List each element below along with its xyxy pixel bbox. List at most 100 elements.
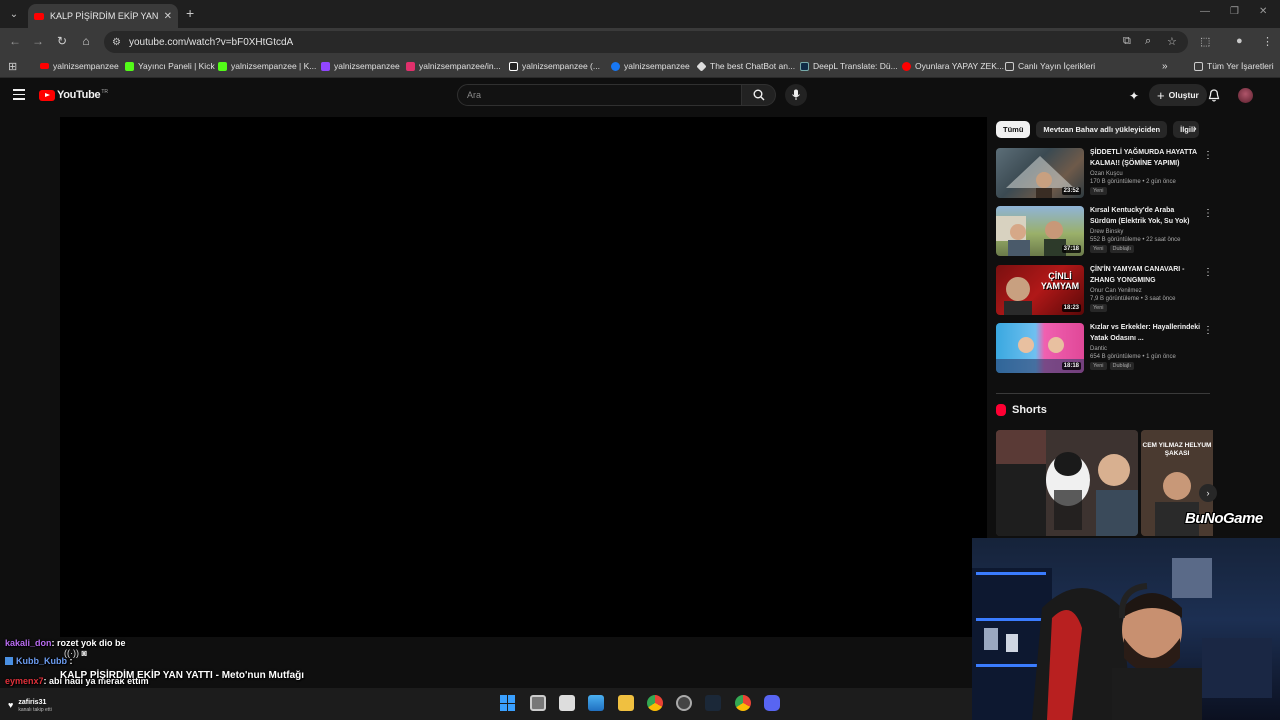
bookmark-item[interactable]: The best ChatBot an... [696,60,795,72]
maximize-icon[interactable]: ❐ [1230,6,1239,17]
chrome-profile-icon[interactable] [735,695,751,711]
account-avatar[interactable] [1238,88,1253,103]
chat-username: kakali_don [5,638,52,648]
channel-name[interactable]: Ozan Kuşcu [1090,171,1202,177]
snipping-tool-icon[interactable] [559,695,575,711]
video-thumbnail[interactable]: 37:18 [996,206,1084,256]
more-options-icon[interactable]: ⋮ [1203,150,1213,161]
channel-name[interactable]: Drew Binsky [1090,229,1202,235]
search-icon [753,89,764,101]
chip-all[interactable]: Tümü [996,121,1031,138]
bookmark-item[interactable]: Oyunlara YAPAY ZEK... [902,61,1004,71]
video-player[interactable] [60,117,987,637]
recommended-video[interactable]: ÇİNLİ YAMYAM 18:23 ÇİN'İN YAMYAM CANAVAR… [996,265,1216,317]
chat-username: eymenx7 [5,676,44,686]
channel-name[interactable]: Onur Can Yenilmez [1090,288,1202,294]
bookmark-item[interactable]: yalnizsempanzee | K... [218,61,316,71]
back-icon[interactable]: ← [7,34,23,48]
photos-app-icon[interactable] [588,695,604,711]
video-thumbnail[interactable]: 18:18 [996,323,1084,373]
task-view-icon[interactable] [530,695,546,711]
deepl-icon [800,61,809,71]
bookmark-item[interactable]: yalnizsempanzee [321,61,400,71]
bookmark-item[interactable]: yalnizsempanzee/in... [406,61,501,71]
more-bookmarks-icon[interactable]: » [1162,61,1168,72]
bookmark-item[interactable]: DeepL Translate: Dü... [800,61,898,71]
video-title[interactable]: ŞİDDETLİ YAĞMURDA HAYATTA KALMA!! (ŞÖMİN… [1090,148,1202,169]
recommended-video[interactable]: 18:18 Kızlar vs Erkekler: Hayallerindeki… [996,323,1216,375]
chat-text: : rozet yok dio be [51,638,126,648]
new-badge: Yeni [1090,362,1107,370]
browser-menu-icon[interactable]: ⋮ [1262,35,1273,48]
bookmark-item[interactable]: yalnizsempanzee [611,61,690,71]
discord-icon[interactable] [764,695,780,711]
video-meta: 170 B görüntüleme • 2 gün önce [1090,179,1176,185]
file-explorer-icon[interactable] [618,695,634,711]
all-bookmarks-folder[interactable]: Tüm Yer İşaretleri [1194,61,1274,71]
plus-icon: + [1157,87,1165,103]
site-info-icon[interactable]: ⚙ [112,37,121,48]
video-title[interactable]: ÇİN'İN YAMYAM CANAVARI - ZHANG YONGMING [1090,265,1202,286]
video-meta: 654 B görüntüleme • 1 gün önce [1090,354,1176,360]
zoom-icon[interactable]: ⌕ [1145,35,1151,48]
extensions-icon[interactable]: ⬚ [1200,35,1210,48]
taskbar [0,688,972,720]
heart-icon: ♥ [8,700,14,710]
video-title[interactable]: Kızlar vs Erkekler: Hayallerindeki Yatak… [1090,323,1202,344]
close-window-icon[interactable]: ✕ [1259,6,1267,17]
youtube-favicon-icon [34,12,44,20]
bookmark-item[interactable]: yalnizsempanzee [40,61,119,71]
recommended-video[interactable]: 23:52 ŞİDDETLİ YAĞMURDA HAYATTA KALMA!! … [996,148,1216,200]
close-tab-icon[interactable]: ✕ [164,11,172,22]
folder-icon [1005,61,1014,71]
more-options-icon[interactable]: ⋮ [1203,267,1213,278]
short-caption: CEM YILMAZ HELYUM ŞAKASI [1142,442,1212,457]
create-button[interactable]: + Oluştur [1149,84,1207,106]
video-thumbnail[interactable]: ÇİNLİ YAMYAM 18:23 [996,265,1084,315]
home-icon[interactable]: ⌂ [78,34,94,48]
subscriber-badge-icon [5,657,13,665]
more-options-icon[interactable]: ⋮ [1203,208,1213,219]
video-title[interactable]: Kırsal Kentucky'de Araba Sürdüm (Elektri… [1090,206,1202,227]
youtube-logo-icon [39,89,55,101]
minimize-icon[interactable]: — [1200,6,1210,17]
tab-search-icon[interactable]: ⌄ [4,4,24,24]
install-app-icon[interactable]: ⧉ [1123,35,1131,48]
video-thumbnail[interactable]: 23:52 [996,148,1084,198]
video-meta: 7,9 B görüntüleme • 3 saat önce [1090,296,1176,302]
bookmark-star-icon[interactable]: ☆ [1167,35,1177,48]
steam-icon[interactable] [705,695,721,711]
forward-icon[interactable]: → [30,34,46,48]
video-duration: 23:52 [1061,187,1081,195]
windows-start-icon[interactable] [500,695,516,711]
bookmark-item[interactable]: yalnizsempanzee (... [509,61,600,71]
search-button[interactable] [742,84,776,106]
microphone-icon [792,89,800,100]
ai-spark-icon[interactable]: ✦ [1129,89,1139,103]
bookmark-item[interactable]: Yayıncı Paneli | Kick [125,61,215,71]
profile-icon[interactable]: ● [1236,35,1243,47]
address-bar[interactable]: ⚙ youtube.com/watch?v=bF0XHtGtcdA [104,31,1188,53]
chevron-right-icon[interactable]: › [1193,123,1197,135]
bookmark-folder[interactable]: Canlı Yayın İçerikleri [1005,61,1095,71]
chrome-icon[interactable] [647,695,663,711]
browser-tab-active[interactable]: KALP PİŞİRDİM EKİP YAN YATTI ✕ [28,4,178,28]
recommended-video[interactable]: 37:18 Kırsal Kentucky'de Araba Sürdüm (E… [996,206,1216,258]
youtube-header: YouTube TR ✦ + Oluştur [0,79,1280,113]
voice-search-button[interactable] [785,84,807,106]
apps-grid-icon[interactable]: ⊞ [8,60,17,73]
youtube-logo[interactable]: YouTube TR [39,89,108,101]
shorts-next-button[interactable]: › [1199,484,1217,502]
new-tab-icon[interactable]: + [186,5,194,21]
reload-icon[interactable]: ↻ [54,34,70,48]
notifications-bell-icon[interactable] [1208,89,1220,105]
short-thumbnail[interactable] [996,430,1138,536]
menu-icon[interactable] [13,89,25,103]
search-input[interactable] [467,85,727,105]
chip-from-uploader[interactable]: Mevtcan Bahav adlı yükleyiciden [1036,121,1168,138]
video-duration: 37:18 [1061,245,1081,253]
obs-icon[interactable] [676,695,692,711]
more-options-icon[interactable]: ⋮ [1203,325,1213,336]
follower-alert: ♥ zafiris31 kanalı takip etti [8,699,52,713]
channel-name[interactable]: Dantic [1090,346,1202,352]
